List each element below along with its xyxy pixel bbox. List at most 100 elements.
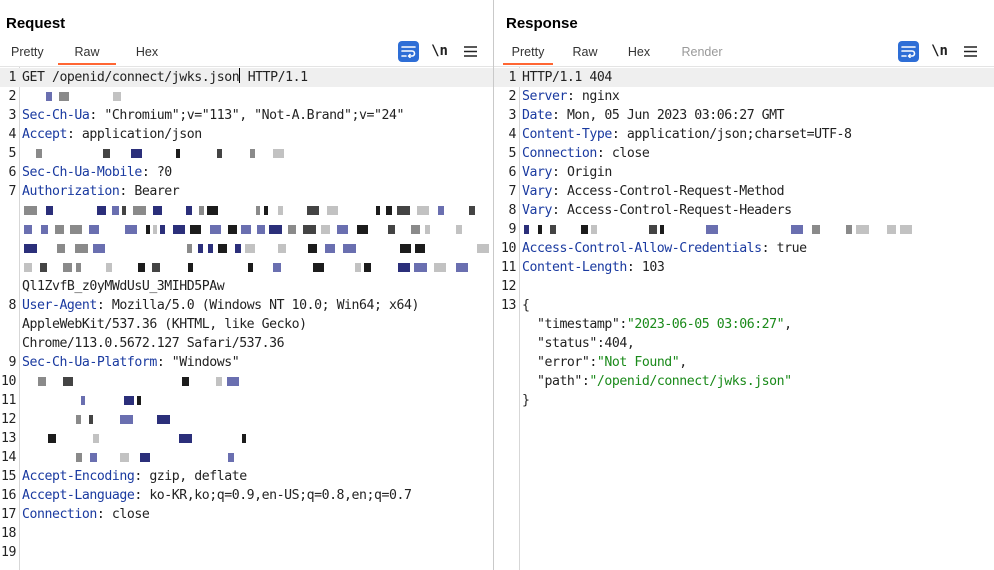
redaction-block <box>90 453 97 462</box>
code-line[interactable]: 3 Sec-Ch-Ua: "Chromium";v="113", "Not-A.B… <box>0 106 493 125</box>
code-line[interactable]: 10 Access-Control-Allow-Credentials: true <box>494 239 994 258</box>
tab-request-pretty[interactable]: Pretty <box>0 40 55 65</box>
redaction-block <box>397 206 410 215</box>
redaction-block <box>63 263 72 272</box>
code-line[interactable]: 13 <box>0 429 493 448</box>
redaction-block <box>199 206 204 215</box>
redaction-block <box>157 415 170 424</box>
code-line[interactable]: 11 Content-Length: 103 <box>494 258 994 277</box>
code-token: , <box>784 317 792 332</box>
code-line[interactable]: Chrome/113.0.5672.127 Safari/537.36 <box>0 334 493 353</box>
code-token: , <box>626 336 635 351</box>
code-line[interactable]: 9 Sec-Ch-Ua-Platform: "Windows" <box>0 353 493 372</box>
response-menu-button[interactable] <box>960 41 981 62</box>
code-line[interactable]: 1 HTTP/1.1 404 <box>494 68 994 87</box>
code-token: HTTP/1.1 404 <box>522 70 612 85</box>
code-line[interactable]: 16 Accept-Language: ko-KR,ko;q=0.9,en-US;… <box>0 486 493 505</box>
code-line[interactable]: 11 <box>0 391 493 410</box>
line-text: Chrome/113.0.5672.127 Safari/537.36 <box>22 334 285 353</box>
code-line[interactable]: 2 Server: nginx <box>494 87 994 106</box>
code-token: : ko-KR,ko;q=0.9,en-US;q=0.8,en;q=0.7 <box>134 488 412 503</box>
redaction-block <box>581 225 588 234</box>
line-text: Vary: Access-Control-Request-Method <box>522 182 785 201</box>
code-line[interactable]: 6 Vary: Origin <box>494 163 994 182</box>
code-line[interactable]: 10 <box>0 372 493 391</box>
request-editor[interactable]: 1 GET /openid/connect/jwks.json HTTP/1.1 2… <box>0 66 493 570</box>
redaction-block <box>706 225 718 234</box>
code-line[interactable]: 15 Accept-Encoding: gzip, deflate <box>0 467 493 486</box>
code-line[interactable]: 4 Accept: application/json <box>0 125 493 144</box>
code-line[interactable]: 7 Authorization: Bearer <box>0 182 493 201</box>
code-token: : Access-Control-Request-Method <box>551 184 785 199</box>
code-line[interactable] <box>0 201 493 220</box>
code-line[interactable]: 6 Sec-Ch-Ua-Mobile: ?0 <box>0 163 493 182</box>
code-token: : Origin <box>551 165 612 180</box>
response-wrap-toggle[interactable] <box>898 40 919 62</box>
code-line[interactable]: 5 <box>0 144 493 163</box>
redaction-block <box>400 244 411 253</box>
response-pane: Response Pretty Raw Hex Render \n 1 HTTP/… <box>494 0 994 570</box>
code-token: , <box>679 355 687 370</box>
code-line[interactable]: 8 User-Agent: Mozilla/5.0 (Windows NT 10.… <box>0 296 493 315</box>
code-line[interactable] <box>0 258 493 277</box>
code-line[interactable]: 9 <box>494 220 994 239</box>
code-line[interactable] <box>0 239 493 258</box>
code-line[interactable]: "timestamp":"2023-06-05 03:06:27", <box>494 315 994 334</box>
redaction-block <box>120 415 133 424</box>
line-text: Ql1ZvfB_z0yMWdUsU_3MIHD5PAw <box>22 277 225 296</box>
tab-response-raw[interactable]: Raw <box>556 40 614 65</box>
code-line[interactable]: "path":"/openid/connect/jwks.json" <box>494 372 994 391</box>
code-line[interactable]: 12 <box>0 410 493 429</box>
code-token: : Mon, 05 Jun 2023 03:06:27 GMT <box>551 108 785 123</box>
word-wrap-icon <box>901 45 916 58</box>
redaction-block <box>846 225 852 234</box>
tab-response-hex[interactable]: Hex <box>614 40 664 65</box>
redaction-block <box>140 453 150 462</box>
redaction-block <box>321 225 330 234</box>
redaction-block <box>122 206 126 215</box>
code-line[interactable]: 18 <box>0 524 493 543</box>
code-token: "path" <box>522 374 582 389</box>
code-line[interactable]: 12 <box>494 277 994 296</box>
request-newline-toggle[interactable]: \n <box>429 41 450 62</box>
code-line[interactable]: } <box>494 391 994 410</box>
response-editor[interactable]: 1 HTTP/1.1 404 2 Server: nginx 3 Date: Mon, 0… <box>494 66 994 570</box>
code-line[interactable]: 7 Vary: Access-Control-Request-Method <box>494 182 994 201</box>
response-newline-toggle[interactable]: \n <box>929 41 950 62</box>
line-text: Access-Control-Allow-Credentials: true <box>522 239 807 258</box>
tab-request-hex[interactable]: Hex <box>119 40 175 65</box>
code-line[interactable]: 8 Vary: Access-Control-Request-Headers <box>494 201 994 220</box>
redaction-block <box>133 206 146 215</box>
code-line[interactable] <box>0 220 493 239</box>
code-line[interactable]: 5 Connection: close <box>494 144 994 163</box>
line-text: "path":"/openid/connect/jwks.json" <box>522 372 792 391</box>
header-name: User-Agent <box>22 298 97 313</box>
code-token: : <box>619 317 627 332</box>
redaction-block <box>364 263 371 272</box>
code-line[interactable]: 3 Date: Mon, 05 Jun 2023 03:06:27 GMT <box>494 106 994 125</box>
line-text: Connection: close <box>522 144 650 163</box>
code-line[interactable]: 4 Content-Type: application/json;charset=… <box>494 125 994 144</box>
line-text: Server: nginx <box>522 87 620 106</box>
code-line[interactable]: "status":404, <box>494 334 994 353</box>
redaction-block <box>57 244 65 253</box>
code-line[interactable]: "error":"Not Found", <box>494 353 994 372</box>
code-line[interactable]: 2 <box>0 87 493 106</box>
tab-response-pretty[interactable]: Pretty <box>500 40 556 65</box>
code-line[interactable]: AppleWebKit/537.36 (KHTML, like Gecko) <box>0 315 493 334</box>
request-menu-button[interactable] <box>460 41 481 62</box>
header-name: Accept-Encoding <box>22 469 135 484</box>
code-line[interactable]: 1 GET /openid/connect/jwks.json HTTP/1.1 <box>0 68 493 87</box>
tab-request-raw[interactable]: Raw <box>55 40 119 65</box>
code-line[interactable]: 19 <box>0 543 493 562</box>
tab-response-render[interactable]: Render <box>664 40 740 65</box>
code-token: : application/json;charset=UTF-8 <box>611 127 852 142</box>
redaction-block <box>411 225 420 234</box>
request-wrap-toggle[interactable] <box>398 40 419 62</box>
code-line[interactable]: 17 Connection: close <box>0 505 493 524</box>
code-token: GET /openid/connect/jwks.json <box>22 70 240 85</box>
code-line[interactable]: 13 { <box>494 296 994 315</box>
redaction-block <box>469 206 475 215</box>
code-line[interactable]: 14 <box>0 448 493 467</box>
code-line[interactable]: Ql1ZvfB_z0yMWdUsU_3MIHD5PAw <box>0 277 493 296</box>
